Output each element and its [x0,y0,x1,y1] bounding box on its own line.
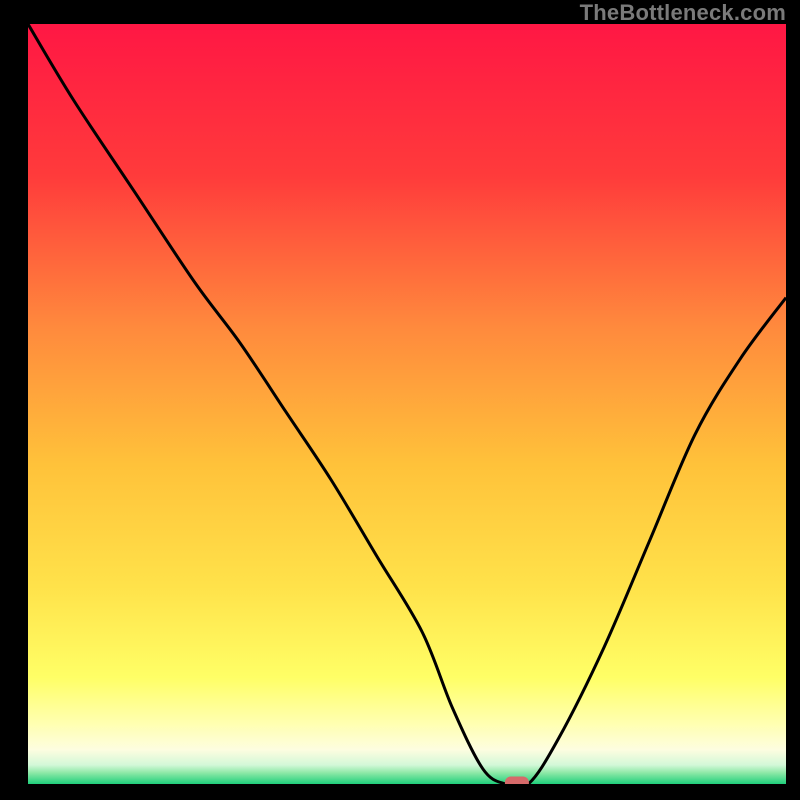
frame [0,784,800,800]
bottleneck-chart: { "watermark": "TheBottleneck.com", "col… [0,0,800,800]
plot-background [28,24,786,784]
chart-svg [0,0,800,800]
frame [0,0,28,800]
frame [786,0,800,800]
watermark-text: TheBottleneck.com [580,0,786,26]
